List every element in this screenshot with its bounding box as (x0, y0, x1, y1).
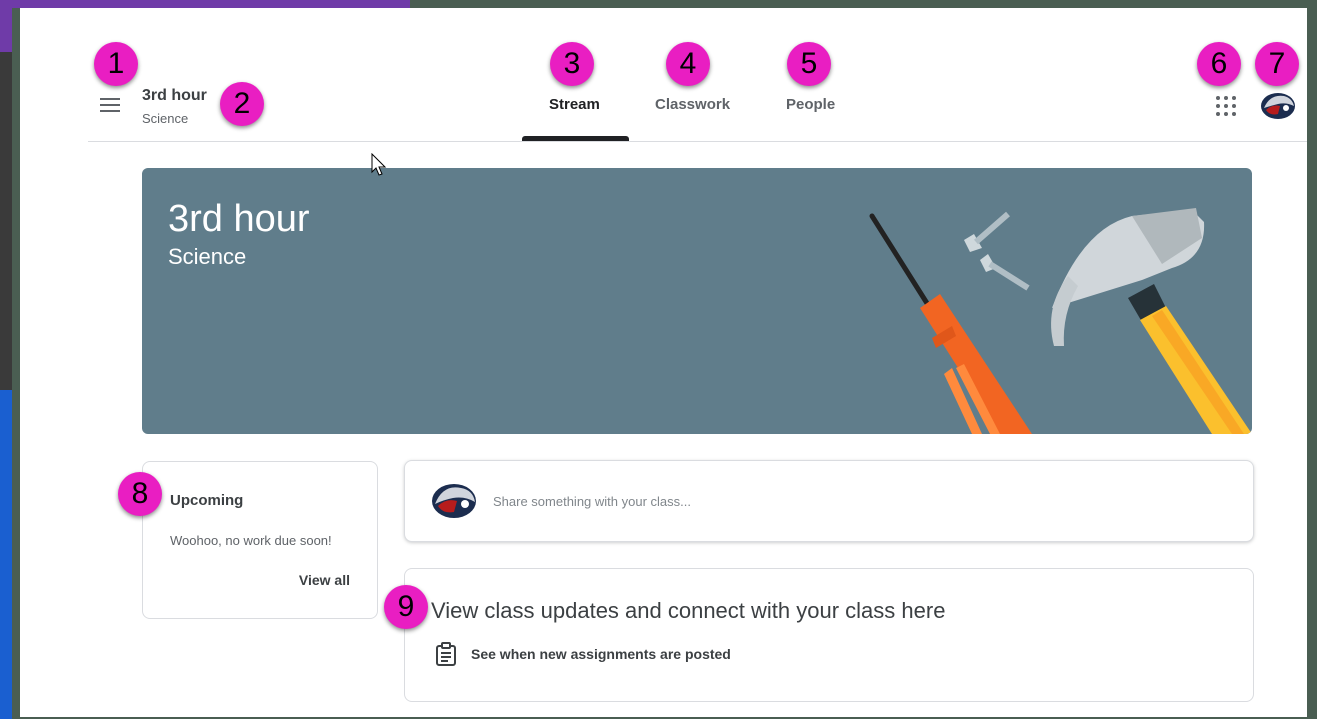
background-edge (0, 390, 12, 719)
updates-item: See when new assignments are posted (435, 642, 731, 666)
share-placeholder: Share something with your class... (493, 494, 691, 509)
updates-item-label: See when new assignments are posted (471, 646, 731, 662)
class-section: Science (142, 111, 189, 126)
hamburger-line (100, 98, 120, 100)
banner-title[interactable]: 3rd hour (168, 198, 310, 241)
callout-badge: 9 (384, 585, 428, 629)
class-updates-card: View class updates and connect with your… (404, 568, 1254, 702)
class-banner: 3rd hour Science (142, 168, 1252, 434)
callout-badge: 2 (220, 82, 264, 126)
screw-illustration (964, 211, 1030, 291)
callout-badge: 6 (1197, 42, 1241, 86)
user-avatar (432, 484, 476, 518)
view-all-link[interactable]: View all (299, 572, 350, 588)
upcoming-title: Upcoming (170, 492, 244, 509)
mouse-cursor-icon (371, 153, 387, 176)
hamburger-line (100, 104, 120, 106)
account-avatar[interactable] (1260, 90, 1296, 120)
class-title[interactable]: 3rd hour (142, 87, 207, 105)
callout-badge: 5 (787, 42, 831, 86)
upcoming-empty-text: Woohoo, no work due soon! (170, 533, 332, 548)
google-apps-icon[interactable] (1216, 96, 1236, 116)
background-bar (0, 0, 410, 8)
callout-badge: 7 (1255, 42, 1299, 86)
upcoming-card: Upcoming Woohoo, no work due soon! View … (142, 461, 378, 619)
callout-badge: 4 (666, 42, 710, 86)
tab-stream[interactable]: Stream (549, 96, 600, 113)
background-edge (0, 0, 12, 52)
banner-subtitle: Science (168, 244, 247, 269)
screwdriver-illustration (869, 213, 1032, 434)
header-divider (88, 141, 1307, 142)
tools-illustration (869, 208, 1252, 434)
tab-people[interactable]: People (786, 96, 835, 113)
hamburger-line (100, 110, 120, 112)
assignment-icon (436, 642, 456, 666)
updates-title: View class updates and connect with your… (431, 598, 946, 623)
background-edge (0, 52, 12, 390)
hammer-illustration (1051, 208, 1252, 434)
tab-classwork[interactable]: Classwork (655, 96, 730, 113)
classroom-window: 3rd hour Science Stream Classwork People… (20, 8, 1307, 717)
share-announcement-box[interactable]: Share something with your class... (404, 460, 1254, 542)
callout-badge: 1 (94, 42, 138, 86)
callout-badge: 8 (118, 472, 162, 516)
main-menu-button[interactable] (98, 94, 122, 118)
callout-badge: 3 (550, 42, 594, 86)
